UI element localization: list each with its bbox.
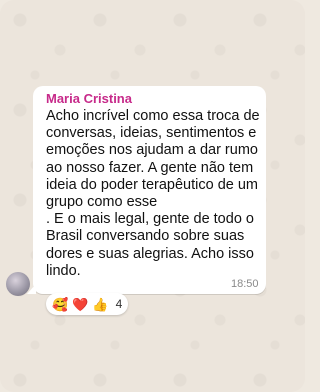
message-line: lindo. — [46, 262, 81, 279]
message-line: Acho incrível como essa troca de — [46, 108, 260, 124]
message-timestamp: 18:50 — [231, 278, 259, 290]
thumbs-up-emoji-icon: 👍 — [92, 296, 109, 312]
message-line: conversas, ideias, sentimentos e — [46, 125, 257, 142]
reactions-count: 4 — [115, 297, 123, 311]
reactions-bar[interactable]: 🥰 ❤️ 👍 4 — [46, 293, 129, 315]
message-text: Acho incrível como essa troca de convers… — [46, 108, 261, 280]
red-heart-emoji-icon: ❤️ — [72, 296, 89, 312]
message-line: . E o mais legal, gente de todo o — [46, 211, 254, 228]
sender-name[interactable]: Maria Cristina — [46, 91, 132, 106]
chat-background: Maria Cristina Acho incrível como essa t… — [0, 0, 305, 392]
message-line: ao nosso fazer. A gente não tem — [46, 159, 254, 176]
message-line: Brasil conversando sobre suas — [46, 228, 245, 245]
message-line: ideia do poder terapêutico de um — [46, 176, 259, 193]
bubble-tail — [27, 284, 36, 294]
message-line: dores e suas alegrias. Acho isso — [46, 245, 254, 262]
message-line: emoções nos ajudam a dar rumo — [46, 142, 258, 159]
message-line: grupo como esse — [46, 194, 158, 211]
smiling-hearts-emoji-icon: 🥰 — [52, 296, 69, 312]
